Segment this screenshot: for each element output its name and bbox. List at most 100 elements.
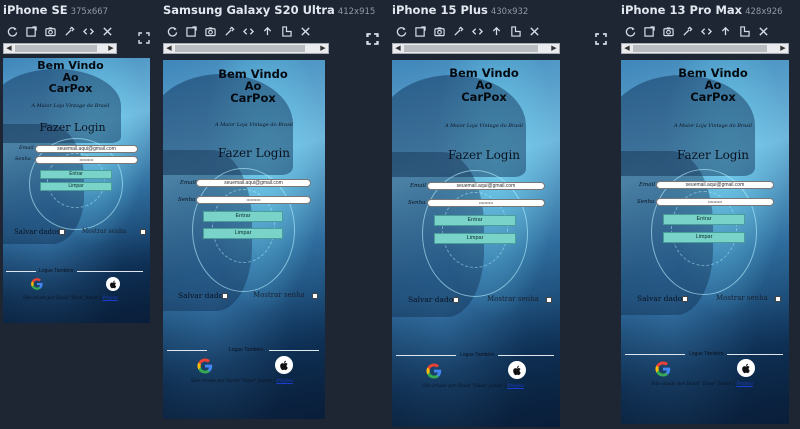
scroll-thumb[interactable] [175,45,305,52]
show-password-checkbox[interactable] [546,297,552,303]
show-password-checkbox[interactable] [312,293,318,299]
scroll-thumb[interactable] [633,45,767,52]
upload-icon[interactable] [489,24,503,38]
rotate-icon[interactable] [394,24,408,38]
color-picker-icon[interactable] [451,24,465,38]
enter-button[interactable]: Entrar [434,215,516,226]
enter-button[interactable]: Entrar [203,211,283,222]
camera-icon[interactable] [203,24,217,38]
google-icon[interactable] [196,357,214,375]
close-icon[interactable] [298,24,312,38]
email-field[interactable]: seuemail.aqui@gmail.com [656,181,774,189]
divider [727,354,783,355]
rotate-icon[interactable] [165,24,179,38]
horizontal-scrollbar[interactable]: ◀ ▶ [163,43,329,54]
clear-button[interactable]: Limpar [203,228,283,239]
clear-button[interactable]: Limpar [40,182,112,191]
show-password-label: Mostrar senha [716,294,768,302]
clear-button[interactable]: Limpar [434,233,516,244]
welcome-heading: Bem Vindo Ao CarPox [3,60,150,95]
apple-icon[interactable] [106,277,120,291]
code-icon[interactable] [699,24,713,38]
device-dims: 412x915 [337,7,376,17]
camera-icon[interactable] [43,24,57,38]
apple-icon[interactable] [508,361,526,379]
show-password-label: Mostrar senha [487,295,539,303]
password-field[interactable]: •••••••••• [196,196,311,204]
tagline: A Maior Loja Vintage do Brasil [673,123,753,129]
google-icon[interactable] [425,362,443,380]
save-data-checkbox[interactable] [453,297,459,303]
scroll-right-icon[interactable]: ▶ [549,44,559,53]
enter-button[interactable]: Entrar [663,214,745,225]
apple-icon[interactable] [737,359,755,377]
show-password-checkbox[interactable] [140,229,146,235]
credit-label: Site criado por David "Dave" Junior | [422,384,508,389]
screenshot-icon[interactable] [413,24,427,38]
scroll-left-icon[interactable]: ◀ [164,44,174,53]
layout-icon[interactable] [279,24,293,38]
save-data-checkbox[interactable] [59,229,65,235]
scroll-thumb[interactable] [404,45,538,52]
save-data-checkbox[interactable] [222,293,228,299]
apple-icon[interactable] [275,356,293,374]
password-field[interactable]: •••••••••• [35,156,138,164]
expand-icon[interactable] [138,31,150,44]
tagline: A Maior Loja Vintage do Brasil [444,123,524,129]
password-label: Senha [637,199,655,205]
password-field[interactable]: •••••••••• [656,198,774,206]
close-icon[interactable] [100,24,114,38]
scroll-left-icon[interactable]: ◀ [4,44,14,53]
scroll-left-icon[interactable]: ◀ [622,44,632,53]
color-picker-icon[interactable] [62,24,76,38]
credit-text: Site criado por David "Dave" Junior | Pr… [191,379,293,384]
close-icon[interactable] [756,24,770,38]
screenshot-icon[interactable] [24,24,38,38]
upload-icon[interactable] [718,24,732,38]
color-picker-icon[interactable] [680,24,694,38]
expand-icon[interactable] [595,32,607,45]
layout-icon[interactable] [737,24,751,38]
horizontal-scrollbar[interactable]: ◀ ▶ [621,43,789,54]
expand-icon[interactable] [366,32,378,45]
layout-icon[interactable] [508,24,522,38]
color-picker-icon[interactable] [222,24,236,38]
welcome-line: CarPox [690,90,736,105]
google-icon[interactable] [654,360,672,378]
scroll-right-icon[interactable]: ▶ [778,44,788,53]
scroll-left-icon[interactable]: ◀ [393,44,403,53]
email-field[interactable]: seuemail.aqui@gmail.com [35,145,138,153]
save-data-checkbox[interactable] [682,296,688,302]
code-icon[interactable] [470,24,484,38]
camera-icon[interactable] [661,24,675,38]
screenshot-icon[interactable] [184,24,198,38]
scroll-right-icon[interactable]: ▶ [106,44,116,53]
show-password-label: Mostrar senha [253,291,305,299]
rotate-icon[interactable] [5,24,19,38]
upload-icon[interactable] [260,24,274,38]
scroll-thumb[interactable] [15,45,97,52]
horizontal-scrollbar[interactable]: ◀ ▶ [3,43,117,54]
device-name: iPhone SE [3,3,68,17]
email-field[interactable]: seuemail.aqui@gmail.com [196,179,311,187]
credit-link[interactable]: Projeto [736,382,752,387]
rotate-icon[interactable] [623,24,637,38]
credit-link[interactable]: Projeto [276,379,292,384]
or-label: Logue Também [460,352,495,358]
email-field[interactable]: seuemail.aqui@gmail.com [427,182,545,190]
horizontal-scrollbar[interactable]: ◀ ▶ [392,43,560,54]
password-field[interactable]: •••••••••• [427,199,545,207]
code-icon[interactable] [241,24,255,38]
scroll-right-icon[interactable]: ▶ [318,44,328,53]
screenshot-icon[interactable] [642,24,656,38]
enter-button[interactable]: Entrar [40,170,112,179]
credit-link[interactable]: Projeto [102,295,117,300]
google-icon[interactable] [30,277,44,291]
show-password-checkbox[interactable] [775,296,781,302]
clear-button[interactable]: Limpar [663,232,745,243]
credit-link[interactable]: Projeto [507,384,523,389]
close-icon[interactable] [527,24,541,38]
code-icon[interactable] [81,24,95,38]
credit-text: Site criado por David "Dave" Junior | Pr… [651,382,753,387]
camera-icon[interactable] [432,24,446,38]
